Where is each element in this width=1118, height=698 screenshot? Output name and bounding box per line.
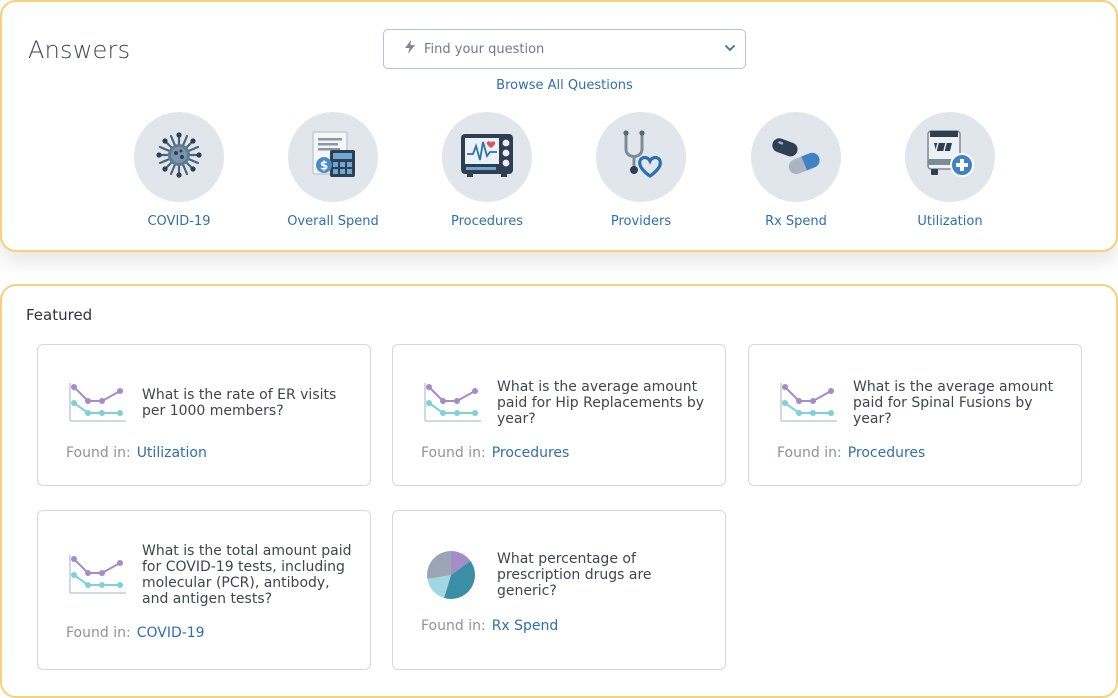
chevron-down-icon[interactable] — [715, 44, 745, 55]
search-placeholder: Find your question — [424, 41, 545, 57]
line-chart-icon — [66, 381, 130, 425]
found-in-label: Found in: — [421, 445, 486, 461]
featured-title: Featured — [26, 306, 93, 324]
category-label: Rx Spend — [765, 214, 827, 229]
found-in-category-link[interactable]: COVID-19 — [137, 625, 205, 641]
virus-icon — [156, 132, 202, 182]
featured-panel: Featured What is the rate of ER visits p… — [0, 284, 1118, 698]
category-icon-circle — [134, 112, 224, 202]
category-label: Providers — [610, 214, 672, 229]
lightning-icon — [398, 40, 422, 58]
card-found-in: Found in: Procedures — [421, 445, 569, 461]
category-label: Overall Spend — [287, 214, 379, 229]
line-chart-icon — [66, 553, 130, 597]
found-in-category-link[interactable]: Procedures — [492, 445, 570, 461]
found-in-category-link[interactable]: Procedures — [848, 445, 926, 461]
found-in-category-link[interactable]: Rx Spend — [492, 618, 559, 634]
category-rx-spend[interactable]: Rx Spend — [726, 112, 866, 232]
category-icon-circle — [905, 112, 995, 202]
found-in-label: Found in: — [777, 445, 842, 461]
found-in-label: Found in: — [421, 618, 486, 634]
category-label: Utilization — [917, 214, 983, 229]
browse-all-questions-link[interactable]: Browse All Questions — [383, 78, 746, 93]
featured-card[interactable]: What is the average amount paid for Hip … — [392, 344, 726, 486]
card-question: What is the average amount paid for Hip … — [497, 379, 705, 427]
card-question: What is the average amount paid for Spin… — [853, 379, 1054, 427]
svg-text:$: $ — [320, 159, 328, 173]
category-icon-circle: $ — [288, 112, 378, 202]
card-question: What percentage of prescription drugs ar… — [497, 551, 652, 599]
card-found-in: Found in: Utilization — [66, 445, 207, 461]
category-overall-spend[interactable]: $ Overall Spend — [263, 112, 403, 232]
category-covid-19[interactable]: COVID-19 — [109, 112, 249, 232]
line-chart-icon — [777, 381, 841, 425]
category-icon-circle — [596, 112, 686, 202]
answers-title: Answers — [28, 36, 131, 64]
category-label: COVID-19 — [147, 214, 211, 229]
card-question: What is the total amount paid for COVID-… — [142, 543, 352, 607]
heart-monitor-icon — [459, 132, 515, 182]
card-found-in: Found in: Rx Spend — [421, 618, 558, 634]
invoice-calculator-icon: $ — [307, 129, 359, 185]
featured-card[interactable]: What is the rate of ER visits per 1000 m… — [37, 344, 371, 486]
question-search-dropdown[interactable]: Find your question — [383, 29, 746, 69]
card-found-in: Found in: Procedures — [777, 445, 925, 461]
category-icon-circle — [751, 112, 841, 202]
found-in-category-link[interactable]: Utilization — [137, 445, 207, 461]
category-utilization[interactable]: Utilization — [880, 112, 1020, 232]
found-in-label: Found in: — [66, 445, 131, 461]
ambulance-icon — [922, 129, 978, 185]
line-chart-icon — [421, 381, 485, 425]
pills-icon — [768, 133, 824, 181]
category-label: Procedures — [450, 214, 524, 229]
featured-card[interactable]: What is the average amount paid for Spin… — [748, 344, 1082, 486]
featured-card[interactable]: What is the total amount paid for COVID-… — [37, 510, 371, 670]
card-question: What is the rate of ER visits per 1000 m… — [142, 387, 337, 419]
found-in-label: Found in: — [66, 625, 131, 641]
category-procedures[interactable]: Procedures — [417, 112, 557, 232]
answers-panel: Answers Find your question Browse All Qu… — [0, 0, 1118, 252]
card-found-in: Found in: COVID-19 — [66, 625, 205, 641]
pie-chart-icon — [425, 549, 481, 605]
stethoscope-icon — [616, 129, 666, 185]
category-providers[interactable]: Providers — [571, 112, 711, 232]
featured-card[interactable]: What percentage of prescription drugs ar… — [392, 510, 726, 670]
category-icon-circle — [442, 112, 532, 202]
